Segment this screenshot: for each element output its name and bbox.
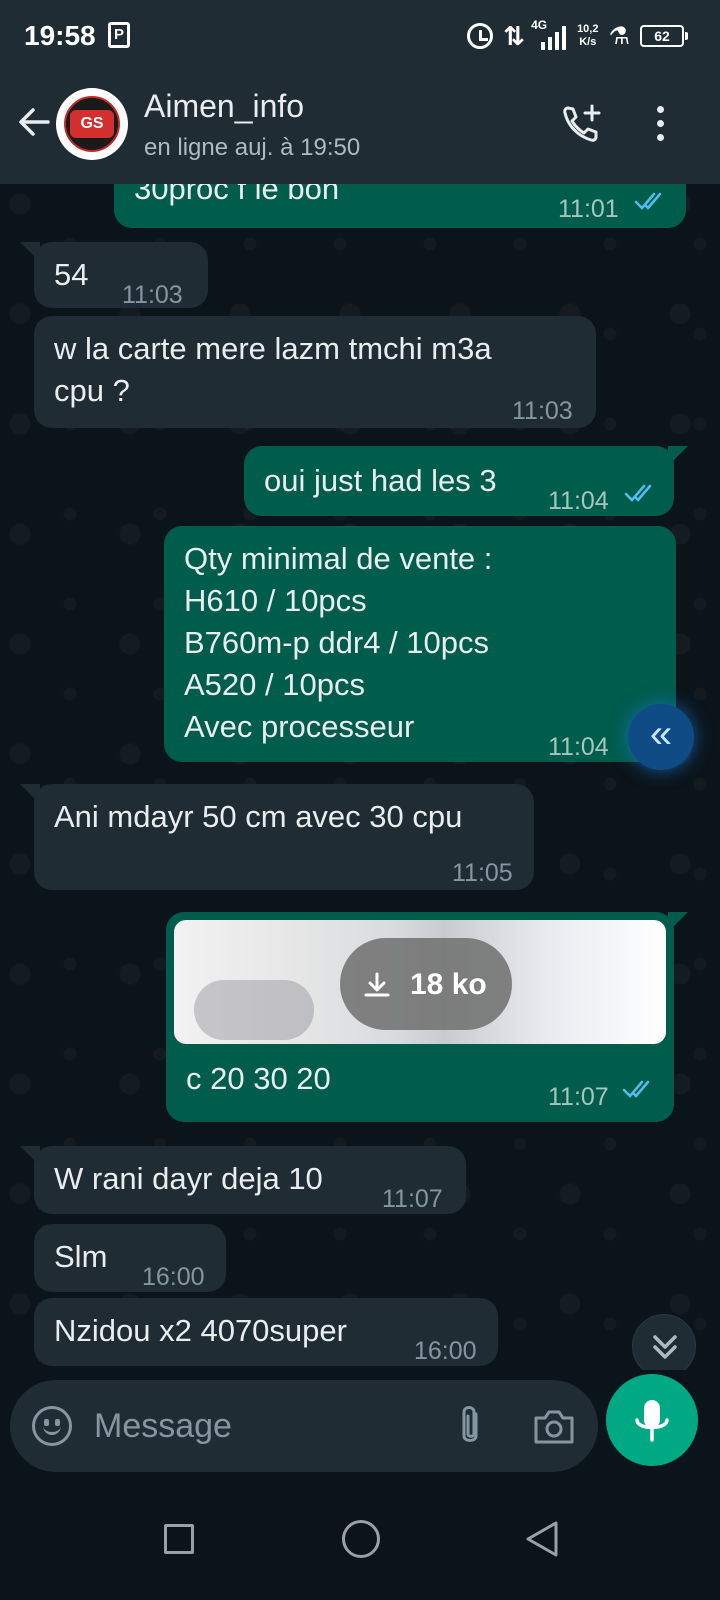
read-receipt-icon xyxy=(634,192,662,210)
message-time: 11:05 xyxy=(452,859,513,887)
bubble-tail xyxy=(20,1146,40,1166)
chat-header[interactable]: GS Aimen_info en ligne auj. à 19:50 xyxy=(0,72,720,184)
system-navigation-bar xyxy=(0,1490,720,1600)
network-speed: 10,2 K/s xyxy=(577,23,598,49)
contact-name[interactable]: Aimen_info xyxy=(144,88,304,125)
message-bubble-outgoing[interactable]: oui just had les 3 11:04 xyxy=(244,446,674,516)
message-bubble-incoming[interactable]: Ani mdayr 50 cm avec 30 cpu 11:05 xyxy=(34,784,534,890)
flask-icon: ⚗ xyxy=(608,22,630,50)
media-size: 18 ko xyxy=(410,968,487,1001)
read-receipt-icon xyxy=(622,1080,650,1098)
recents-button[interactable] xyxy=(164,1524,194,1554)
status-time: 19:58 xyxy=(24,20,96,51)
message-bubble-outgoing[interactable]: 30proc f le bon 11:01 xyxy=(114,184,686,228)
message-time: 11:04 xyxy=(548,487,609,515)
bubble-tail xyxy=(668,912,688,932)
message-bubble-incoming[interactable]: Nzidou x2 4070super 16:00 xyxy=(34,1298,498,1366)
more-options-icon[interactable] xyxy=(648,102,672,146)
battery-icon: 62 xyxy=(640,25,688,47)
message-bubble-incoming[interactable]: w la carte mere lazm tmchi m3a cpu ? 11:… xyxy=(34,316,596,428)
parking-notification-icon: P xyxy=(108,22,130,48)
message-text: w la carte mere lazm tmchi m3a cpu ? xyxy=(54,331,492,408)
bubble-tail xyxy=(20,242,40,262)
status-icons: ⇅ 4G 10,2 K/s ⚗ 62 xyxy=(467,18,688,54)
message-bubble-incoming[interactable]: 54 11:03 xyxy=(34,242,208,309)
message-time: 16:00 xyxy=(142,1263,205,1291)
message-time: 11:07 xyxy=(382,1185,443,1213)
signal-icon: 4G xyxy=(531,18,567,52)
message-bubble-outgoing[interactable]: Qty minimal de vente : H610 / 10pcs B760… xyxy=(164,526,676,762)
media-preview[interactable]: 18 ko xyxy=(174,920,666,1044)
data-transfer-icon: ⇅ xyxy=(503,20,525,51)
avatar-logo-text: GS xyxy=(70,110,114,138)
message-text: Slm xyxy=(54,1239,108,1274)
contact-avatar[interactable]: GS xyxy=(56,88,128,160)
message-text: W rani dayr deja 10 xyxy=(54,1161,323,1196)
message-text: Ani mdayr 50 cm avec 30 cpu xyxy=(54,799,463,834)
battery-level: 62 xyxy=(654,28,670,44)
status-bar: 19:58 P ⇅ 4G 10,2 K/s ⚗ 62 xyxy=(0,0,720,72)
camera-icon[interactable] xyxy=(532,1406,576,1446)
message-bubble-incoming[interactable]: W rani dayr deja 10 11:07 xyxy=(34,1146,466,1214)
message-time: 11:01 xyxy=(558,195,619,223)
message-time: 11:03 xyxy=(122,281,183,309)
message-text: Qty minimal de vente : H610 / 10pcs B760… xyxy=(184,541,493,744)
message-bubble-outgoing[interactable]: 18 ko c 20 30 20 11:07 xyxy=(166,912,674,1122)
download-button[interactable]: 18 ko xyxy=(340,938,512,1030)
message-text: c 20 30 20 xyxy=(186,1061,331,1096)
double-chevron-down-icon xyxy=(653,1335,677,1359)
message-text: 30proc f le bon xyxy=(134,184,340,206)
forward-reply-button[interactable]: « xyxy=(628,704,694,770)
voice-record-button[interactable] xyxy=(606,1374,698,1466)
alarm-icon xyxy=(467,23,494,49)
attachment-icon[interactable] xyxy=(450,1402,490,1450)
bubble-tail xyxy=(668,446,688,466)
top-bar: 19:58 P ⇅ 4G 10,2 K/s ⚗ 62 GS Aimen_info… xyxy=(0,0,720,184)
bubble-tail xyxy=(20,784,40,804)
message-text: 54 xyxy=(54,257,89,292)
message-time: 11:03 xyxy=(512,397,573,425)
back-triangle-icon[interactable] xyxy=(524,1520,560,1558)
microphone-icon xyxy=(635,1400,669,1442)
contact-last-seen: en ligne auj. à 19:50 xyxy=(144,134,361,161)
message-time: 16:00 xyxy=(414,1337,477,1365)
composer-bar xyxy=(0,1370,720,1490)
message-field-container[interactable] xyxy=(10,1380,598,1472)
add-call-icon[interactable] xyxy=(560,102,604,146)
speed-value: 10,2 xyxy=(577,23,599,35)
speed-unit: K/s xyxy=(579,36,597,48)
read-receipt-icon xyxy=(624,484,652,502)
download-icon xyxy=(364,972,390,997)
message-input[interactable] xyxy=(94,1400,424,1452)
message-time: 11:07 xyxy=(548,1083,609,1111)
message-text: oui just had les 3 xyxy=(264,463,497,498)
emoji-icon[interactable] xyxy=(32,1406,72,1446)
message-bubble-incoming[interactable]: Slm 16:00 xyxy=(34,1224,226,1292)
scroll-to-bottom-button[interactable] xyxy=(632,1314,696,1370)
message-text: Nzidou x2 4070super xyxy=(54,1313,347,1348)
message-list[interactable]: 30proc f le bon 11:01 54 11:03 w la cart… xyxy=(0,184,720,1370)
home-button[interactable] xyxy=(342,1520,380,1558)
message-time: 11:04 xyxy=(548,733,609,761)
back-arrow-icon[interactable] xyxy=(16,104,52,140)
